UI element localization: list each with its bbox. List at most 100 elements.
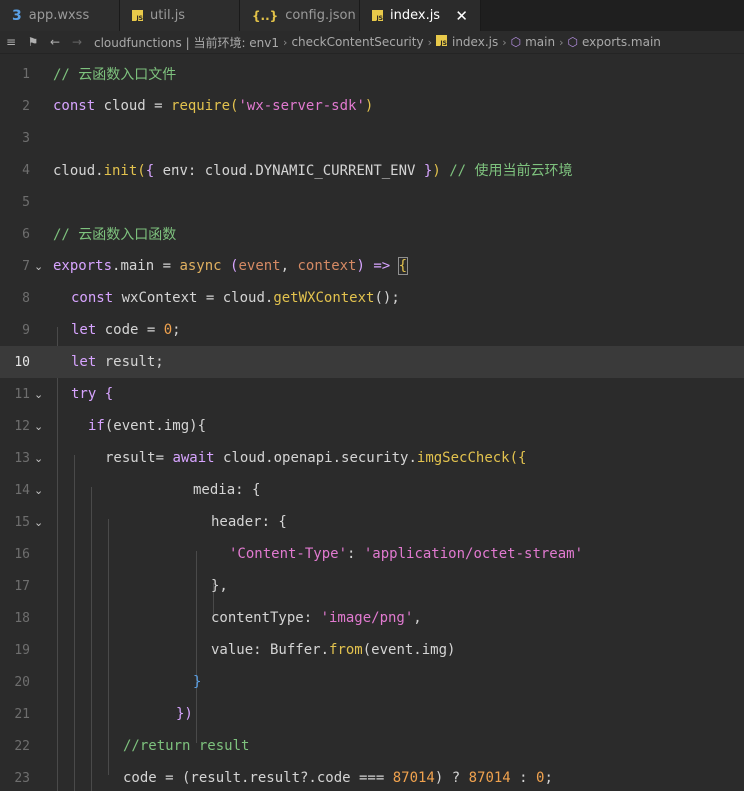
line-number: 23	[14, 770, 30, 786]
cube-symbol-icon: ⬡	[510, 35, 522, 49]
code-text: //return result	[123, 738, 250, 754]
code-line: 19 value: Buffer.from(event.img)	[0, 634, 744, 666]
line-number: 8	[22, 290, 30, 306]
fold-chevron-icon[interactable]: ⌄	[34, 260, 43, 273]
line-number: 18	[14, 610, 30, 626]
breadcrumb-symbol-main[interactable]: main	[525, 35, 555, 49]
line-number: 7	[22, 258, 30, 274]
tab-label: config.json	[285, 8, 356, 23]
code-text: header: {	[211, 514, 287, 530]
line-number: 17	[14, 578, 30, 594]
code-line: 21 })	[0, 698, 744, 730]
tab-util-js[interactable]: util.js	[120, 0, 240, 31]
code-line: 11 ⌄ try {	[0, 378, 744, 410]
code-text: value: Buffer.from(event.img)	[211, 642, 456, 658]
code-line: 2 const cloud = require('wx-server-sdk')	[0, 90, 744, 122]
line-number: 6	[22, 226, 30, 242]
js-file-icon	[372, 10, 383, 22]
tab-label: util.js	[150, 8, 186, 23]
code-line: 8 const wxContext = cloud.getWXContext()…	[0, 282, 744, 314]
fold-chevron-icon[interactable]: ⌄	[34, 420, 43, 433]
code-line: 9 let code = 0;	[0, 314, 744, 346]
code-line: 17 },	[0, 570, 744, 602]
list-icon[interactable]: ≡	[0, 35, 22, 49]
breadcrumb-file[interactable]: index.js	[452, 35, 498, 49]
line-number: 13	[14, 450, 30, 466]
breadcrumb-symbol-exports-main[interactable]: exports.main	[582, 35, 661, 49]
code-line: 1 // 云函数入口文件	[0, 58, 744, 90]
code-line: 16 'Content-Type': 'application/octet-st…	[0, 538, 744, 570]
code-text: const cloud = require('wx-server-sdk')	[53, 98, 374, 114]
code-line: 15 ⌄ header: {	[0, 506, 744, 538]
tab-label: index.js	[390, 8, 441, 23]
json-file-icon: {..}	[252, 8, 279, 23]
line-number: 9	[22, 322, 30, 338]
css-file-icon: 3	[12, 7, 22, 24]
line-number: 15	[14, 514, 30, 530]
chevron-right-icon: ›	[427, 35, 432, 49]
line-number: 10	[14, 354, 30, 370]
code-line: 13 ⌄ result= await cloud.openapi.securit…	[0, 442, 744, 474]
chevron-right-icon: ›	[559, 35, 564, 49]
code-line-current: 10 let result;	[0, 346, 744, 378]
js-file-icon	[132, 10, 143, 22]
back-arrow-icon[interactable]: ←	[44, 35, 66, 49]
line-number: 19	[14, 642, 30, 658]
code-line: 5	[0, 186, 744, 218]
js-file-icon	[435, 35, 447, 49]
code-line: 23 code = (result.result?.code === 87014…	[0, 762, 744, 791]
line-number: 22	[14, 738, 30, 754]
code-text: })	[176, 706, 193, 722]
line-number: 11	[14, 386, 30, 402]
line-number: 20	[14, 674, 30, 690]
tab-config-json[interactable]: {..} config.json	[240, 0, 360, 31]
breadcrumb-folder[interactable]: checkContentSecurity	[291, 35, 423, 49]
code-text: contentType: 'image/png',	[211, 610, 422, 626]
code-text: cloud.init({ env: cloud.DYNAMIC_CURRENT_…	[53, 163, 573, 179]
line-number: 1	[22, 66, 30, 82]
code-text: let result;	[71, 354, 164, 370]
code-line: 6 // 云函数入口函数	[0, 218, 744, 250]
cube-symbol-icon: ⬡	[567, 35, 578, 49]
code-text: let code = 0;	[71, 322, 181, 338]
code-text: const wxContext = cloud.getWXContext();	[71, 290, 400, 306]
tab-index-js[interactable]: index.js ✕	[360, 0, 481, 31]
breadcrumb-path[interactable]: cloudfunctions | 当前环境: env1	[94, 34, 279, 51]
line-number: 12	[14, 418, 30, 434]
tab-bar-empty-space	[481, 0, 744, 31]
fold-chevron-icon[interactable]: ⌄	[34, 516, 43, 529]
line-number: 16	[14, 546, 30, 562]
line-number: 3	[22, 130, 30, 146]
code-line: 18 contentType: 'image/png',	[0, 602, 744, 634]
fold-chevron-icon[interactable]: ⌄	[34, 484, 43, 497]
fold-chevron-icon[interactable]: ⌄	[34, 388, 43, 401]
code-line: 14 ⌄ media: {	[0, 474, 744, 506]
code-line: 20 }	[0, 666, 744, 698]
code-text: exports.main = async (event, context) =>…	[53, 257, 409, 275]
code-text: code = (result.result?.code === 87014) ?…	[123, 770, 553, 786]
code-line: 22 //return result	[0, 730, 744, 762]
close-icon[interactable]: ✕	[455, 7, 468, 25]
code-line: 3	[0, 122, 744, 154]
line-number: 14	[14, 482, 30, 498]
editor-tab-bar: 3 app.wxss util.js {..} config.json inde…	[0, 0, 744, 31]
code-text: 'Content-Type': 'application/octet-strea…	[229, 546, 584, 562]
code-text: try {	[71, 386, 114, 402]
line-number: 5	[22, 194, 30, 210]
code-editor[interactable]: 1 // 云函数入口文件 2 const cloud = require('wx…	[0, 54, 744, 791]
tab-app-wxss[interactable]: 3 app.wxss	[0, 0, 120, 31]
code-line: 4 cloud.init({ env: cloud.DYNAMIC_CURREN…	[0, 154, 744, 186]
chevron-right-icon: ›	[283, 35, 288, 49]
line-number: 2	[22, 98, 30, 114]
code-text: result= await cloud.openapi.security.img…	[105, 450, 527, 466]
tab-label: app.wxss	[28, 8, 90, 23]
bookmark-icon[interactable]: ⚑	[22, 35, 44, 49]
fold-chevron-icon[interactable]: ⌄	[34, 452, 43, 465]
code-text: // 云函数入口文件	[53, 67, 177, 83]
line-number: 21	[14, 706, 30, 722]
code-line: 7 ⌄ exports.main = async (event, context…	[0, 250, 744, 282]
code-text: media: {	[193, 482, 261, 498]
code-line: 12 ⌄ if(event.img){	[0, 410, 744, 442]
line-number: 4	[22, 162, 30, 178]
forward-arrow-icon[interactable]: →	[66, 35, 88, 49]
